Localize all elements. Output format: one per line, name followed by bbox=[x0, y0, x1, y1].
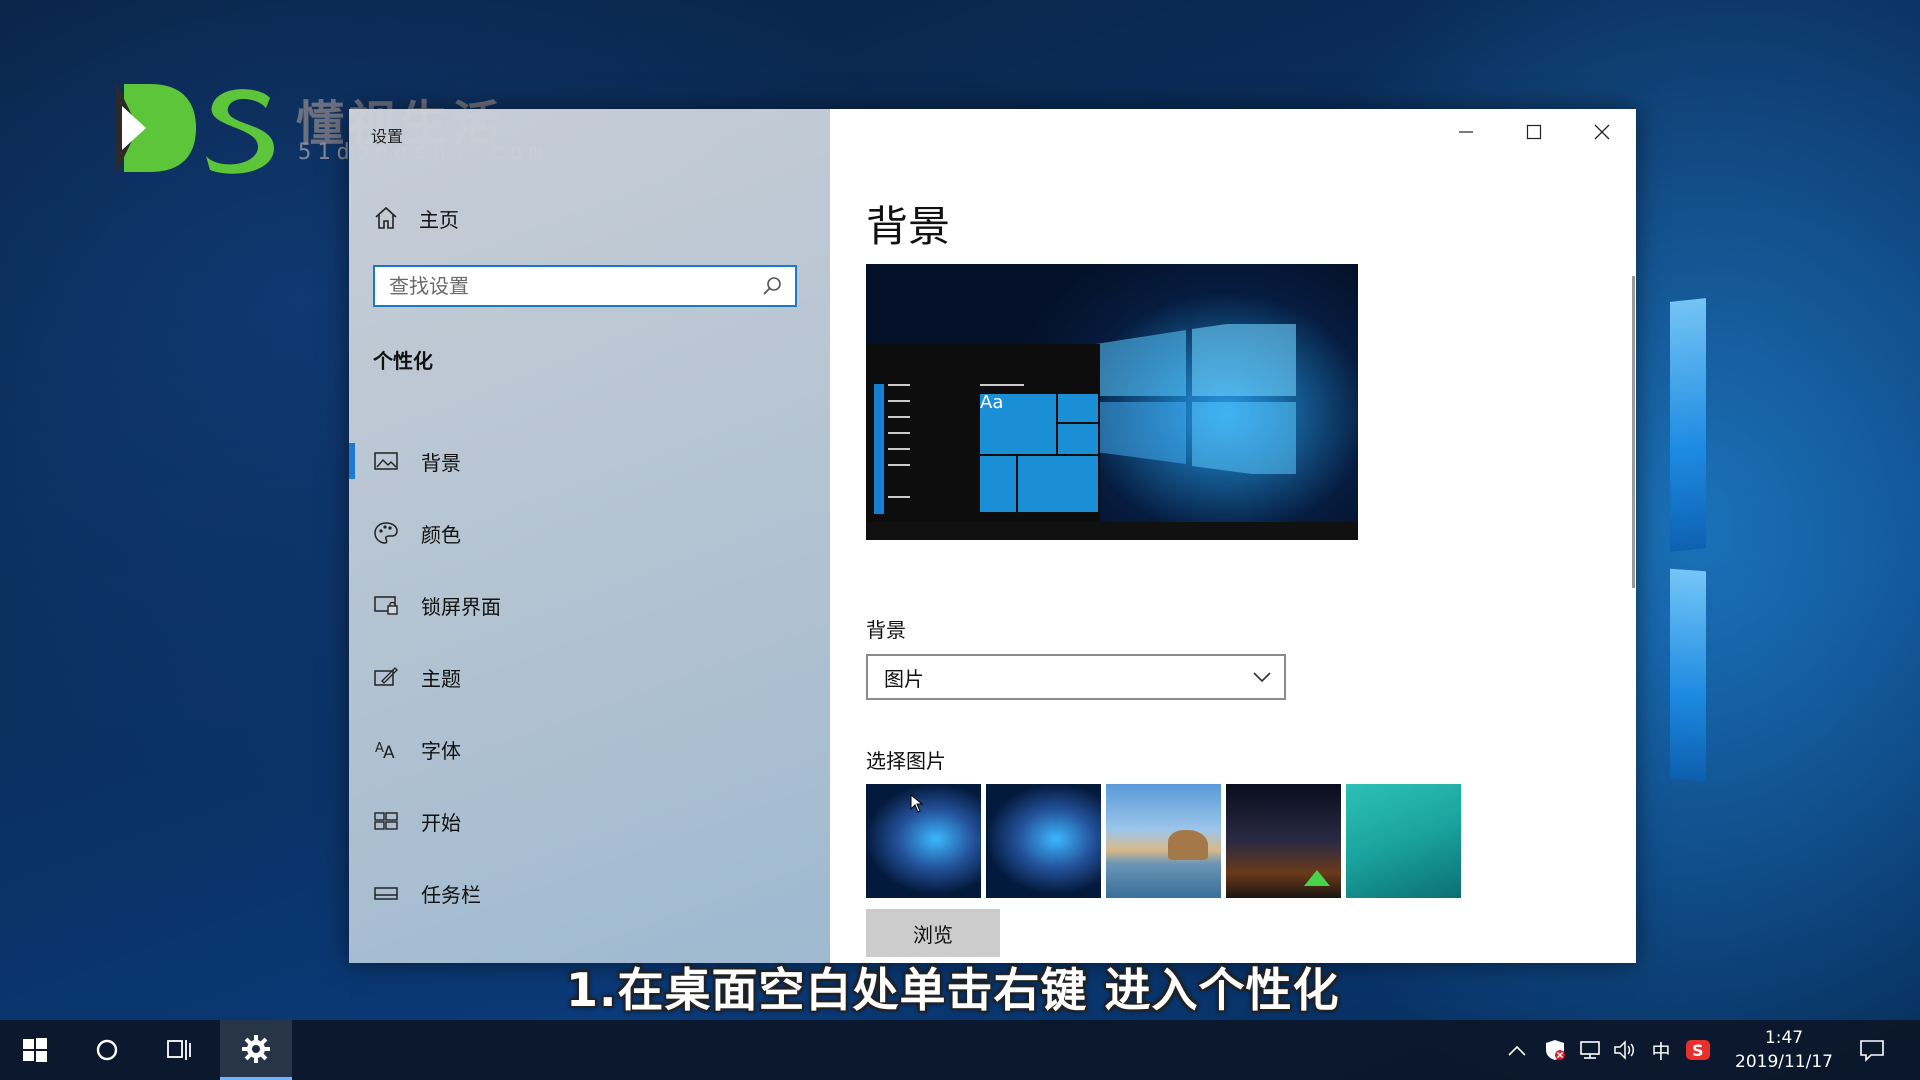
taskbar-icon bbox=[373, 880, 399, 906]
mouse-cursor-icon bbox=[910, 794, 924, 813]
minimize-button[interactable] bbox=[1432, 109, 1500, 155]
sidebar-item-start[interactable]: 开始 bbox=[349, 785, 830, 857]
sidebar-item-label: 字体 bbox=[421, 738, 461, 763]
sidebar-item-themes[interactable]: 主题 bbox=[349, 641, 830, 713]
sidebar-home-label: 主页 bbox=[419, 207, 459, 232]
taskbar-clock[interactable]: 1:47 2019/11/17 bbox=[1724, 1026, 1844, 1074]
preview-start-menu bbox=[866, 344, 1100, 527]
sidebar-item-taskbar[interactable]: 任务栏 bbox=[349, 857, 830, 929]
start-menu-icon bbox=[373, 808, 399, 834]
ime-indicator[interactable]: 中 bbox=[1644, 1020, 1678, 1080]
sidebar: 设置 主页 个性化 背景 bbox=[349, 109, 830, 963]
sidebar-item-background[interactable]: 背景 bbox=[349, 425, 830, 497]
browse-button[interactable]: 浏览 bbox=[866, 909, 1000, 957]
lock-screen-icon bbox=[373, 592, 399, 618]
sidebar-item-fonts[interactable]: AA 字体 bbox=[349, 713, 830, 785]
home-icon bbox=[375, 206, 397, 229]
window-title: 设置 bbox=[371, 127, 404, 146]
section-title: 个性化 bbox=[373, 349, 433, 373]
sogou-icon: S bbox=[1686, 1040, 1710, 1060]
sidebar-item-colors[interactable]: 颜色 bbox=[349, 497, 830, 569]
cortana-icon bbox=[96, 1039, 118, 1061]
network-icon bbox=[1580, 1041, 1600, 1059]
choose-picture-label: 选择图片 bbox=[866, 749, 946, 773]
close-button[interactable] bbox=[1568, 109, 1636, 155]
watermark-logo bbox=[116, 82, 274, 174]
background-label: 背景 bbox=[866, 618, 906, 642]
network-tray-button[interactable] bbox=[1574, 1020, 1608, 1080]
sidebar-item-label: 锁屏界面 bbox=[421, 594, 501, 619]
background-dropdown[interactable]: 图片 bbox=[866, 654, 1286, 700]
preview-taskbar bbox=[866, 522, 1358, 540]
font-icon: AA bbox=[373, 736, 399, 762]
svg-text:S: S bbox=[1692, 1041, 1704, 1060]
sidebar-item-lock-screen[interactable]: 锁屏界面 bbox=[349, 569, 830, 641]
minimize-icon bbox=[1459, 131, 1473, 133]
search-icon[interactable] bbox=[761, 275, 783, 297]
svg-text:A: A bbox=[383, 743, 395, 762]
speaker-icon bbox=[1614, 1040, 1634, 1060]
background-preview: Aa bbox=[866, 264, 1358, 540]
volume-tray-button[interactable] bbox=[1608, 1020, 1642, 1080]
picture-thumbnail[interactable] bbox=[1226, 784, 1341, 898]
task-view-button[interactable] bbox=[144, 1020, 214, 1080]
maximize-icon bbox=[1526, 124, 1542, 140]
shield-icon bbox=[1546, 1040, 1565, 1060]
close-icon bbox=[1594, 124, 1610, 140]
action-center-button[interactable] bbox=[1852, 1020, 1892, 1080]
palette-icon bbox=[373, 520, 399, 546]
picture-thumbnails bbox=[866, 784, 1466, 898]
sidebar-item-label: 任务栏 bbox=[421, 882, 481, 907]
sidebar-item-label: 开始 bbox=[421, 810, 461, 835]
picture-thumbnail[interactable] bbox=[986, 784, 1101, 898]
notification-icon bbox=[1860, 1040, 1884, 1062]
task-view-icon bbox=[167, 1040, 191, 1060]
sogou-ime-button[interactable]: S bbox=[1680, 1020, 1716, 1080]
windows-icon bbox=[23, 1038, 47, 1062]
picture-icon bbox=[373, 448, 399, 474]
wallpaper-pane-top bbox=[1670, 298, 1706, 552]
settings-taskbar-button[interactable] bbox=[220, 1020, 292, 1080]
picture-thumbnail[interactable] bbox=[1106, 784, 1221, 898]
sidebar-item-label: 主题 bbox=[421, 666, 461, 691]
scrollbar[interactable] bbox=[1632, 276, 1635, 588]
chevron-up-icon bbox=[1508, 1045, 1526, 1056]
search-input[interactable] bbox=[375, 273, 761, 299]
preview-windows-logo bbox=[1096, 324, 1296, 474]
picture-thumbnail[interactable] bbox=[1346, 784, 1461, 898]
cortana-button[interactable] bbox=[72, 1020, 142, 1080]
clock-date: 2019/11/17 bbox=[1735, 1052, 1833, 1072]
page-title: 背景 bbox=[866, 202, 951, 251]
chevron-down-icon bbox=[1253, 672, 1271, 683]
tray-overflow-button[interactable] bbox=[1502, 1020, 1532, 1080]
main-pane: 背景 Aa 背景 图片 选择图片 浏览 bbox=[830, 109, 1636, 963]
maximize-button[interactable] bbox=[1500, 109, 1568, 155]
security-tray-button[interactable] bbox=[1538, 1020, 1572, 1080]
background-dropdown-value: 图片 bbox=[884, 666, 924, 691]
start-button[interactable] bbox=[0, 1020, 70, 1080]
video-subtitle: 1.在桌面空白处单击右键 进入个性化 bbox=[566, 963, 1340, 1017]
gear-icon bbox=[242, 1034, 270, 1063]
theme-icon bbox=[373, 664, 399, 690]
clock-time: 1:47 bbox=[1764, 1028, 1804, 1048]
sidebar-item-label: 背景 bbox=[421, 450, 461, 475]
picture-thumbnail[interactable] bbox=[866, 784, 981, 898]
sidebar-nav: 背景 颜色 锁屏界面 主题 A A 字体 开始 任务栏 bbox=[349, 425, 830, 929]
taskbar: 中 S 1:47 2019/11/17 bbox=[0, 1020, 1920, 1080]
wallpaper-pane-bottom bbox=[1670, 568, 1706, 782]
preview-sample-text: Aa bbox=[980, 392, 1004, 413]
settings-window: 设置 主页 个性化 背景 bbox=[349, 109, 1636, 963]
sidebar-item-label: 颜色 bbox=[421, 522, 461, 547]
search-box[interactable] bbox=[373, 265, 797, 307]
sidebar-home[interactable]: 主页 bbox=[373, 205, 459, 232]
